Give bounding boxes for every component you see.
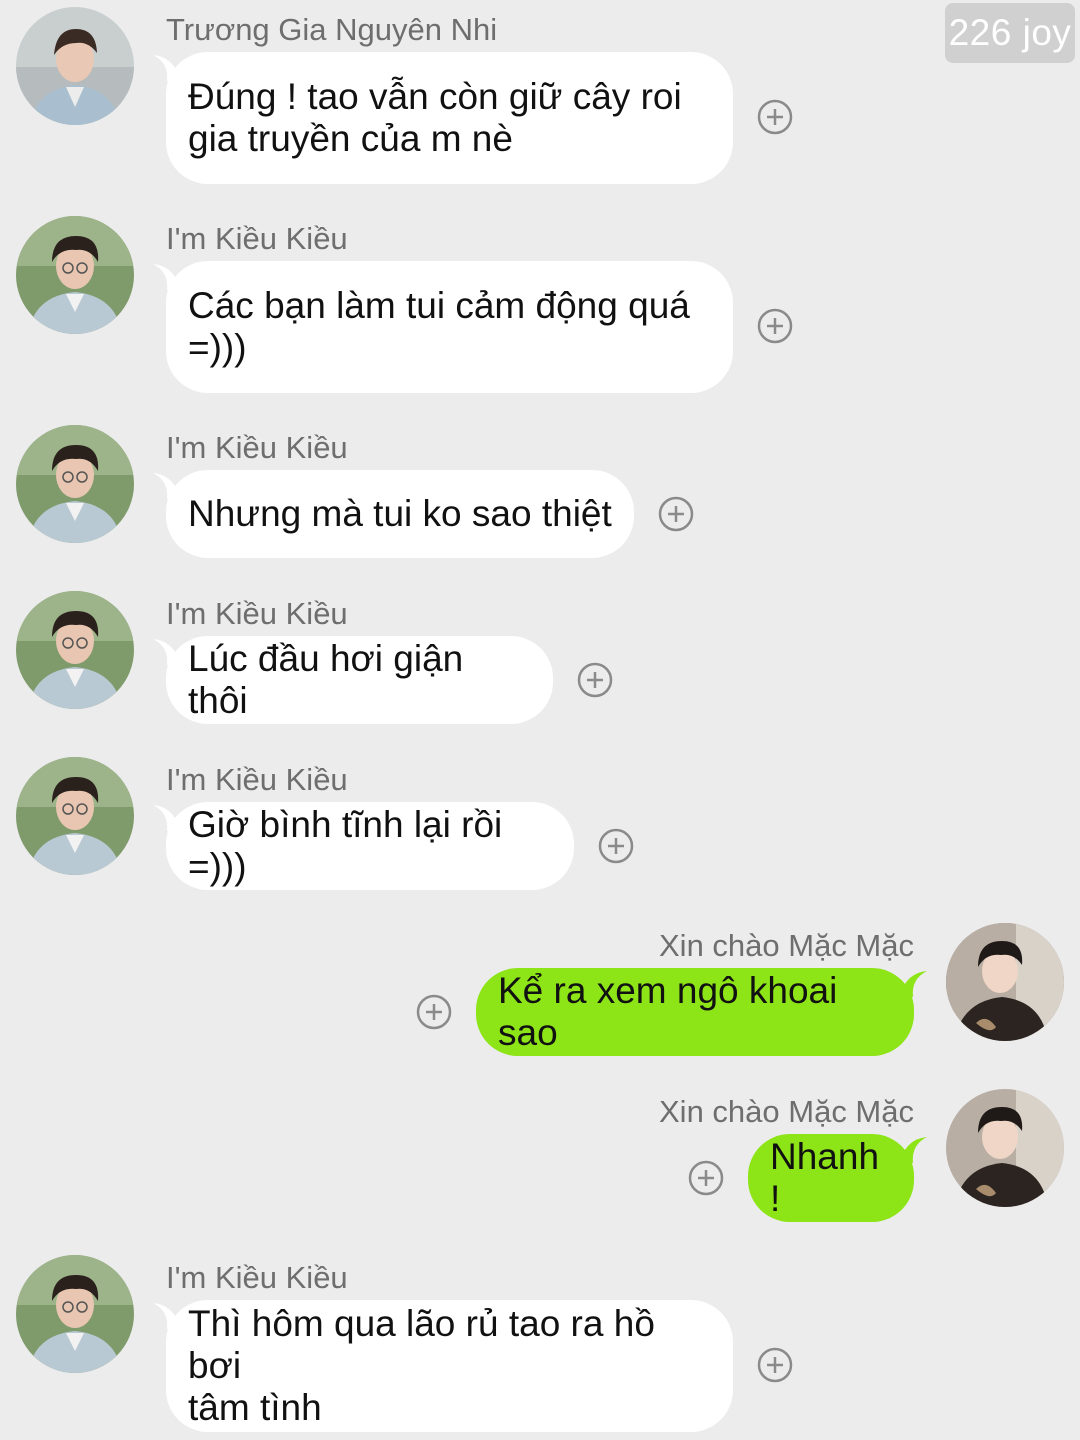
message-text-line: Giờ bình tĩnh lại rồi =))) <box>188 804 503 887</box>
message-text-line: tâm tình <box>188 1387 322 1428</box>
plus-circle-icon[interactable] <box>598 828 634 864</box>
plus-circle-icon[interactable] <box>658 496 694 532</box>
message-bubble[interactable]: Thì hôm qua lão rủ tao ra hồ bơi tâm tìn… <box>166 1300 733 1432</box>
sender-name: I'm Kiều Kiều <box>166 1260 348 1295</box>
message-bubble[interactable]: Kể ra xem ngô khoai sao <box>476 968 914 1056</box>
avatar[interactable] <box>946 923 1064 1041</box>
plus-circle-icon[interactable] <box>416 994 452 1030</box>
reaction-count-badge: 226 joy <box>945 3 1075 63</box>
message-text-line: gia truyền của m nè <box>188 118 513 159</box>
message-text-line: Kể ra xem ngô khoai sao <box>498 970 838 1053</box>
plus-circle-icon[interactable] <box>577 662 613 698</box>
sender-name: I'm Kiều Kiều <box>166 430 348 465</box>
message-bubble[interactable]: Lúc đầu hơi giận thôi <box>166 636 553 724</box>
plus-circle-icon[interactable] <box>688 1160 724 1196</box>
message-bubble[interactable]: Các bạn làm tui cảm động quá =))) <box>166 261 733 393</box>
message-bubble[interactable]: Nhưng mà tui ko sao thiệt <box>166 470 634 558</box>
message-text-line: Lúc đầu hơi giận thôi <box>188 638 464 721</box>
message-text-line: Nhanh ! <box>770 1136 880 1219</box>
message-text-line: Thì hôm qua lão rủ tao ra hồ bơi <box>188 1303 655 1386</box>
avatar[interactable] <box>16 757 134 875</box>
sender-name: Xin chào Mặc Mặc <box>659 928 914 963</box>
avatar[interactable] <box>16 7 134 125</box>
sender-name: Trương Gia Nguyên Nhi <box>166 12 498 47</box>
avatar[interactable] <box>946 1089 1064 1207</box>
sender-name: I'm Kiều Kiều <box>166 762 348 797</box>
avatar[interactable] <box>16 425 134 543</box>
avatar[interactable] <box>16 216 134 334</box>
plus-circle-icon[interactable] <box>757 1347 793 1383</box>
message-text-line: Đúng ! tao vẫn còn giữ cây roi <box>188 76 682 117</box>
message-bubble[interactable]: Đúng ! tao vẫn còn giữ cây roi gia truyề… <box>166 52 733 184</box>
message-text-line: Các bạn làm tui cảm động quá <box>188 285 690 326</box>
avatar[interactable] <box>16 1255 134 1373</box>
sender-name: Xin chào Mặc Mặc <box>659 1094 914 1129</box>
plus-circle-icon[interactable] <box>757 99 793 135</box>
message-bubble[interactable]: Nhanh ! <box>748 1134 914 1222</box>
plus-circle-icon[interactable] <box>757 308 793 344</box>
avatar[interactable] <box>16 591 134 709</box>
sender-name: I'm Kiều Kiều <box>166 596 348 631</box>
message-text-line: =))) <box>188 327 247 368</box>
message-text-line: Nhưng mà tui ko sao thiệt <box>188 493 612 534</box>
message-bubble[interactable]: Giờ bình tĩnh lại rồi =))) <box>166 802 574 890</box>
sender-name: I'm Kiều Kiều <box>166 221 348 256</box>
